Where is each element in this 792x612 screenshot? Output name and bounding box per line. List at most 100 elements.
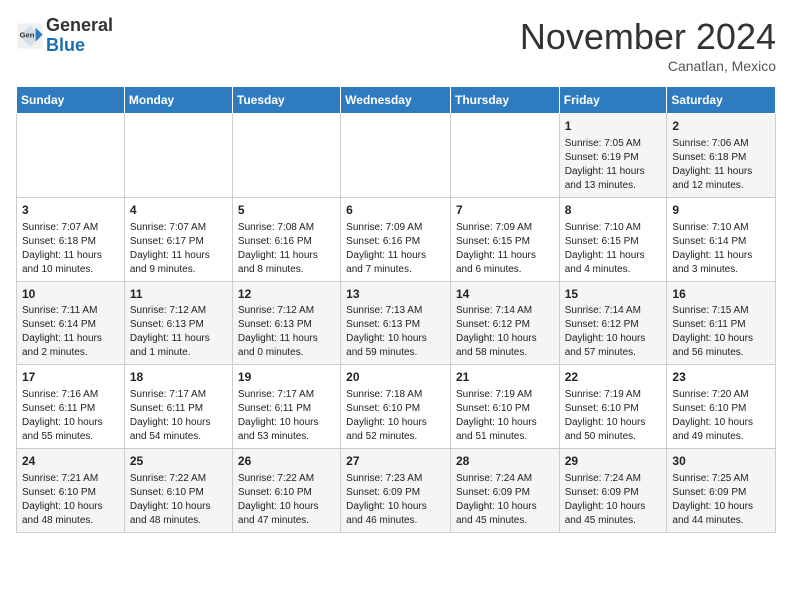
day-info: Sunset: 6:09 PM [346,486,445,500]
day-number: 22 [565,369,662,386]
calendar-cell: 9Sunrise: 7:10 AMSunset: 6:14 PMDaylight… [667,197,776,281]
day-info: Daylight: 10 hours and 46 minutes. [346,500,445,528]
day-info: Daylight: 11 hours and 13 minutes. [565,165,662,193]
day-info: Daylight: 10 hours and 49 minutes. [672,416,770,444]
logo-text: General Blue [46,16,113,56]
day-info: Sunset: 6:11 PM [22,402,119,416]
calendar-cell: 13Sunrise: 7:13 AMSunset: 6:13 PMDayligh… [341,281,451,365]
day-info: Daylight: 11 hours and 8 minutes. [238,249,335,277]
day-number: 20 [346,369,445,386]
day-number: 9 [672,202,770,219]
day-info: Sunset: 6:17 PM [130,235,227,249]
calendar-header-row: SundayMondayTuesdayWednesdayThursdayFrid… [17,87,776,114]
day-info: Daylight: 10 hours and 52 minutes. [346,416,445,444]
day-info: Sunset: 6:09 PM [672,486,770,500]
weekday-header: Sunday [17,87,125,114]
day-number: 29 [565,453,662,470]
calendar-cell: 18Sunrise: 7:17 AMSunset: 6:11 PMDayligh… [124,365,232,449]
calendar-cell: 16Sunrise: 7:15 AMSunset: 6:11 PMDayligh… [667,281,776,365]
calendar-week-row: 1Sunrise: 7:05 AMSunset: 6:19 PMDaylight… [17,114,776,198]
calendar-week-row: 3Sunrise: 7:07 AMSunset: 6:18 PMDaylight… [17,197,776,281]
day-info: Sunrise: 7:25 AM [672,472,770,486]
day-info: Sunset: 6:10 PM [238,486,335,500]
day-info: Sunset: 6:10 PM [565,402,662,416]
day-number: 28 [456,453,554,470]
day-number: 5 [238,202,335,219]
calendar-cell: 6Sunrise: 7:09 AMSunset: 6:16 PMDaylight… [341,197,451,281]
day-info: Daylight: 11 hours and 2 minutes. [22,332,119,360]
day-info: Sunset: 6:11 PM [238,402,335,416]
day-info: Sunrise: 7:17 AM [130,388,227,402]
day-info: Sunrise: 7:24 AM [565,472,662,486]
logo: Gen General Blue [16,16,113,56]
day-info: Sunrise: 7:05 AM [565,137,662,151]
day-info: Sunset: 6:18 PM [22,235,119,249]
weekday-header: Thursday [450,87,559,114]
day-info: Daylight: 11 hours and 7 minutes. [346,249,445,277]
day-number: 23 [672,369,770,386]
weekday-header: Monday [124,87,232,114]
day-info: Sunset: 6:10 PM [456,402,554,416]
day-number: 7 [456,202,554,219]
day-info: Daylight: 11 hours and 0 minutes. [238,332,335,360]
day-info: Daylight: 10 hours and 44 minutes. [672,500,770,528]
svg-text:Gen: Gen [20,30,35,39]
day-info: Sunrise: 7:10 AM [672,221,770,235]
logo-icon: Gen [16,22,44,50]
day-info: Sunset: 6:12 PM [565,318,662,332]
day-number: 2 [672,118,770,135]
calendar-cell: 14Sunrise: 7:14 AMSunset: 6:12 PMDayligh… [450,281,559,365]
calendar-cell: 8Sunrise: 7:10 AMSunset: 6:15 PMDaylight… [559,197,667,281]
calendar-week-row: 10Sunrise: 7:11 AMSunset: 6:14 PMDayligh… [17,281,776,365]
day-number: 11 [130,286,227,303]
weekday-header: Saturday [667,87,776,114]
calendar-week-row: 17Sunrise: 7:16 AMSunset: 6:11 PMDayligh… [17,365,776,449]
calendar-cell: 15Sunrise: 7:14 AMSunset: 6:12 PMDayligh… [559,281,667,365]
day-info: Daylight: 10 hours and 53 minutes. [238,416,335,444]
day-number: 30 [672,453,770,470]
calendar-cell [450,114,559,198]
calendar-cell: 19Sunrise: 7:17 AMSunset: 6:11 PMDayligh… [232,365,340,449]
day-info: Sunset: 6:14 PM [22,318,119,332]
day-info: Daylight: 10 hours and 50 minutes. [565,416,662,444]
day-number: 24 [22,453,119,470]
calendar-cell [17,114,125,198]
calendar-cell: 21Sunrise: 7:19 AMSunset: 6:10 PMDayligh… [450,365,559,449]
calendar-cell [232,114,340,198]
calendar-cell: 26Sunrise: 7:22 AMSunset: 6:10 PMDayligh… [232,449,340,533]
day-info: Sunrise: 7:14 AM [456,304,554,318]
day-info: Sunrise: 7:10 AM [565,221,662,235]
day-info: Daylight: 10 hours and 54 minutes. [130,416,227,444]
day-info: Sunrise: 7:17 AM [238,388,335,402]
day-info: Sunrise: 7:14 AM [565,304,662,318]
day-number: 6 [346,202,445,219]
calendar-cell: 25Sunrise: 7:22 AMSunset: 6:10 PMDayligh… [124,449,232,533]
day-info: Sunset: 6:10 PM [346,402,445,416]
day-info: Sunrise: 7:23 AM [346,472,445,486]
day-info: Sunset: 6:18 PM [672,151,770,165]
logo-blue: Blue [46,36,113,56]
day-number: 16 [672,286,770,303]
weekday-header: Friday [559,87,667,114]
day-info: Sunset: 6:09 PM [565,486,662,500]
day-info: Daylight: 11 hours and 6 minutes. [456,249,554,277]
day-info: Sunrise: 7:12 AM [238,304,335,318]
page-header: Gen General Blue November 2024 Canatlan,… [16,16,776,74]
calendar-cell: 20 Sunrise: 7:18 AMSunset: 6:10 PMDayligh… [341,365,451,449]
day-info: Sunrise: 7:06 AM [672,137,770,151]
location-subtitle: Canatlan, Mexico [520,58,776,74]
calendar-cell [341,114,451,198]
day-info: Daylight: 10 hours and 45 minutes. [565,500,662,528]
day-info: Sunrise: 7:18 AM [346,388,445,402]
day-info: Daylight: 10 hours and 56 minutes. [672,332,770,360]
day-number: 8 [565,202,662,219]
day-info: Daylight: 11 hours and 4 minutes. [565,249,662,277]
day-info: Daylight: 10 hours and 55 minutes. [22,416,119,444]
day-info: Daylight: 10 hours and 51 minutes. [456,416,554,444]
day-number: 21 [456,369,554,386]
day-info: Sunset: 6:14 PM [672,235,770,249]
day-info: Sunset: 6:16 PM [346,235,445,249]
calendar-cell: 11Sunrise: 7:12 AMSunset: 6:13 PMDayligh… [124,281,232,365]
day-info: Sunrise: 7:08 AM [238,221,335,235]
calendar-cell: 23Sunrise: 7:20 AMSunset: 6:10 PMDayligh… [667,365,776,449]
